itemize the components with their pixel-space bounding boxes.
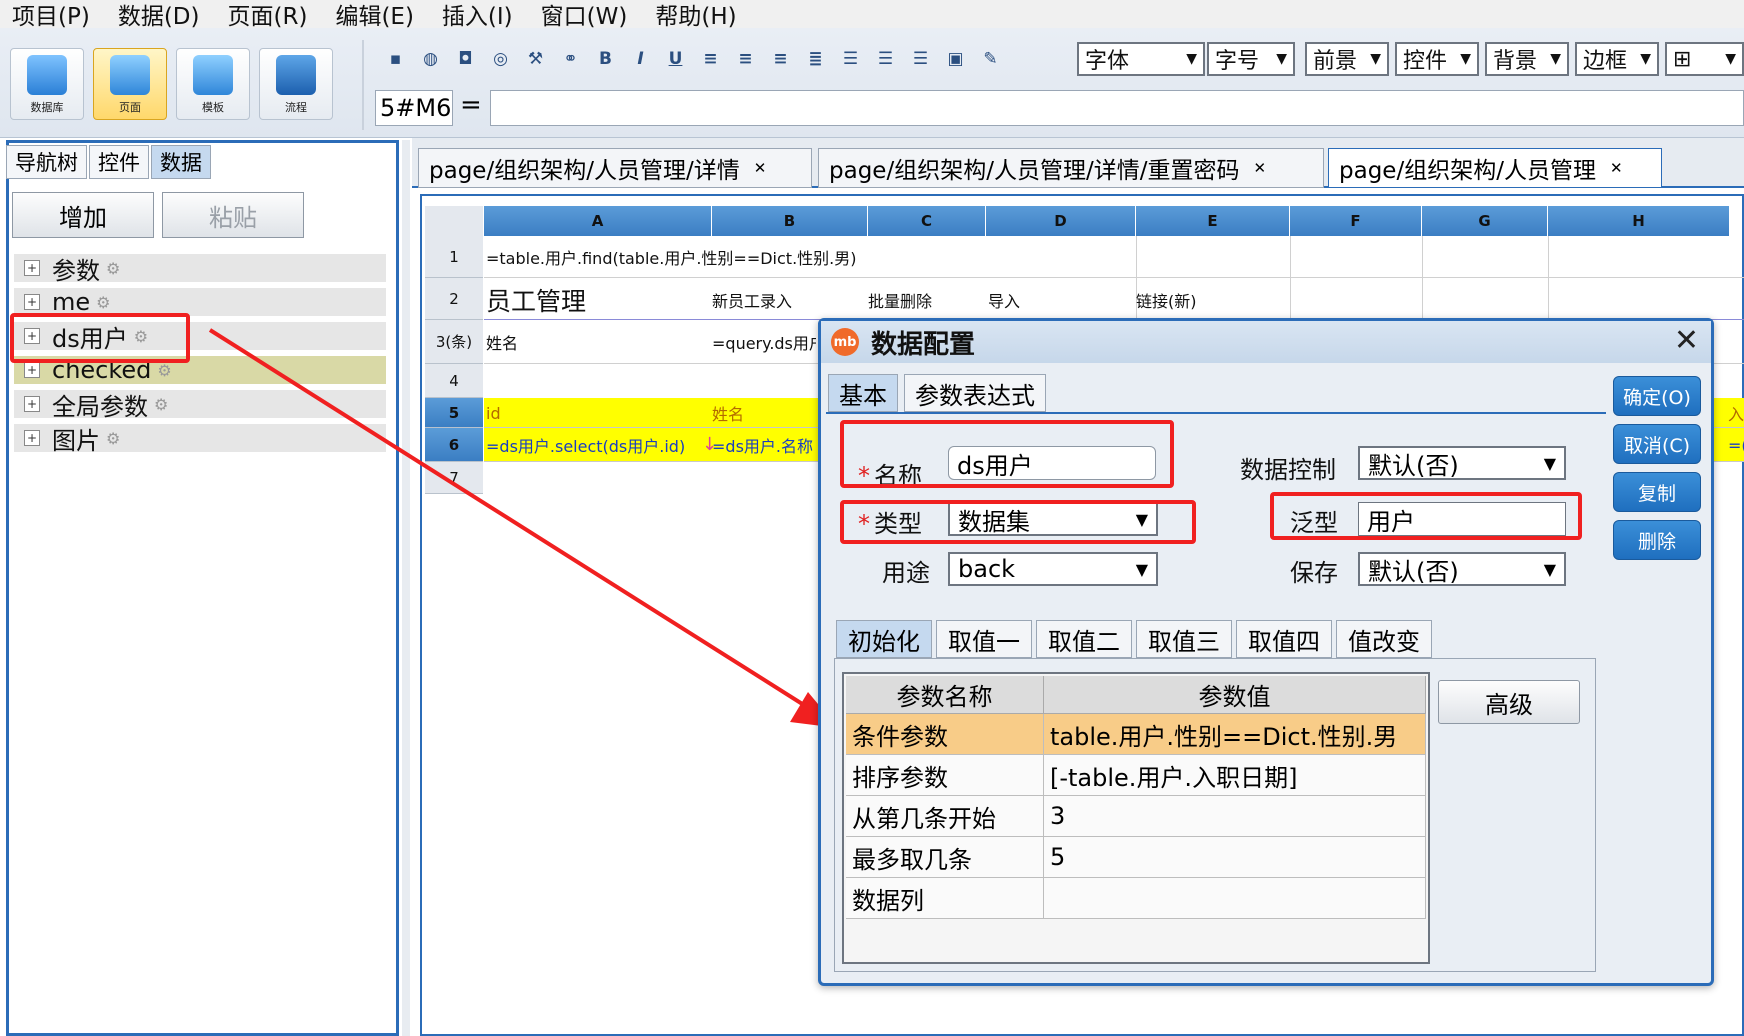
tab-value-1[interactable]: 取值一 [936,620,1032,658]
chevron-down-icon: ▼ [1543,453,1556,473]
highlight-type [840,500,1196,544]
param-name-cell[interactable]: 从第几条开始 [846,796,1044,837]
param-value-cell[interactable]: [-table.用户.入职日期] [1044,755,1426,796]
data-control-select[interactable]: 默认(否) ▼ [1358,446,1566,480]
cancel-button[interactable]: 取消(C) [1613,424,1701,464]
close-icon[interactable]: ✕ [1674,323,1699,358]
param-value-cell[interactable]: 5 [1044,837,1426,878]
tab-value-3[interactable]: 取值三 [1136,620,1232,658]
tab-value-2[interactable]: 取值二 [1036,620,1132,658]
app-logo-icon: mb [831,328,859,356]
ok-button[interactable]: 确定(O) [1613,376,1701,416]
highlight-name [840,420,1174,488]
param-name-cell[interactable]: 最多取几条 [846,837,1044,878]
tab-param-expression[interactable]: 参数表达式 [904,374,1046,412]
tab-underline [826,412,1606,414]
highlight-generic [1270,492,1582,540]
col-header-param-name: 参数名称 [846,676,1044,714]
chevron-down-icon: ▼ [1135,559,1148,579]
param-value-cell[interactable]: table.用户.性别==Dict.性别.男 [1044,714,1426,755]
param-value-cell[interactable]: 3 [1044,796,1426,837]
chevron-down-icon: ▼ [1543,559,1556,579]
param-name-cell[interactable]: 数据列 [846,878,1044,919]
save-label: 保存 [1290,559,1338,587]
save-select[interactable]: 默认(否) ▼ [1358,552,1566,586]
advanced-button[interactable]: 高级 [1438,680,1580,724]
param-name-cell[interactable]: 排序参数 [846,755,1044,796]
dialog-title-bar: mb 数据配置 [821,321,1711,363]
tab-value-change[interactable]: 值改变 [1336,620,1432,658]
param-name-cell[interactable]: 条件参数 [846,714,1044,755]
dialog-title: 数据配置 [871,329,976,360]
use-select[interactable]: back ▼ [948,552,1158,586]
data-control-label: 数据控制 [1240,456,1336,484]
param-table: 参数名称 参数值 条件参数 table.用户.性别==Dict.性别.男 排序参… [842,672,1430,964]
col-header-param-value: 参数值 [1044,676,1426,714]
tab-value-4[interactable]: 取值四 [1236,620,1332,658]
use-label: 用途 [882,559,930,587]
delete-button[interactable]: 删除 [1613,520,1701,560]
copy-button[interactable]: 复制 [1613,472,1701,512]
param-value-cell[interactable] [1044,878,1426,919]
tab-init[interactable]: 初始化 [836,620,932,658]
tab-basic[interactable]: 基本 [828,374,898,412]
